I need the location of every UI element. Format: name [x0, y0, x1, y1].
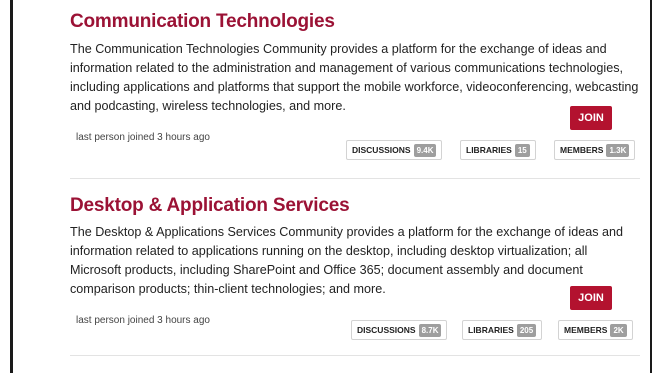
discussions-stat[interactable]: DISCUSSIONS 8.7K	[351, 320, 448, 340]
last-joined-text: last person joined 3 hours ago	[76, 315, 210, 326]
discussions-count: 8.7K	[418, 323, 442, 337]
last-joined-text: last person joined 3 hours ago	[76, 132, 210, 143]
divider	[70, 355, 640, 356]
libraries-stat[interactable]: LIBRARIES 15	[460, 140, 536, 160]
members-count: 2K	[610, 323, 627, 337]
window-frame-left	[10, 0, 13, 373]
discussions-count: 9.4K	[413, 143, 437, 157]
libraries-label: LIBRARIES	[468, 325, 514, 335]
libraries-stat[interactable]: LIBRARIES 205	[462, 320, 543, 340]
discussions-label: DISCUSSIONS	[357, 325, 416, 335]
discussions-label: DISCUSSIONS	[352, 145, 411, 155]
libraries-label: LIBRARIES	[466, 145, 512, 155]
window-frame-right	[650, 0, 652, 373]
community-card: Communication Technologies The Communica…	[70, 0, 640, 180]
community-title-link[interactable]: Communication Technologies	[70, 11, 335, 33]
community-description: The Communication Technologies Community…	[70, 42, 639, 113]
community-card: Desktop & Application Services The Deskt…	[70, 180, 640, 360]
community-list: Communication Technologies The Communica…	[70, 0, 640, 360]
libraries-count: 15	[514, 143, 530, 157]
members-stat[interactable]: MEMBERS 1.3K	[554, 140, 636, 160]
join-button[interactable]: JOIN	[570, 106, 612, 130]
community-description: The Desktop & Applications Services Comm…	[70, 225, 624, 296]
libraries-count: 205	[516, 323, 537, 337]
members-count: 1.3K	[606, 143, 630, 157]
divider	[70, 178, 640, 179]
members-label: MEMBERS	[560, 145, 604, 155]
join-button[interactable]: JOIN	[570, 286, 612, 310]
community-title-link[interactable]: Desktop & Application Services	[70, 195, 350, 217]
discussions-stat[interactable]: DISCUSSIONS 9.4K	[346, 140, 443, 160]
members-stat[interactable]: MEMBERS 2K	[558, 320, 633, 340]
members-label: MEMBERS	[564, 325, 608, 335]
